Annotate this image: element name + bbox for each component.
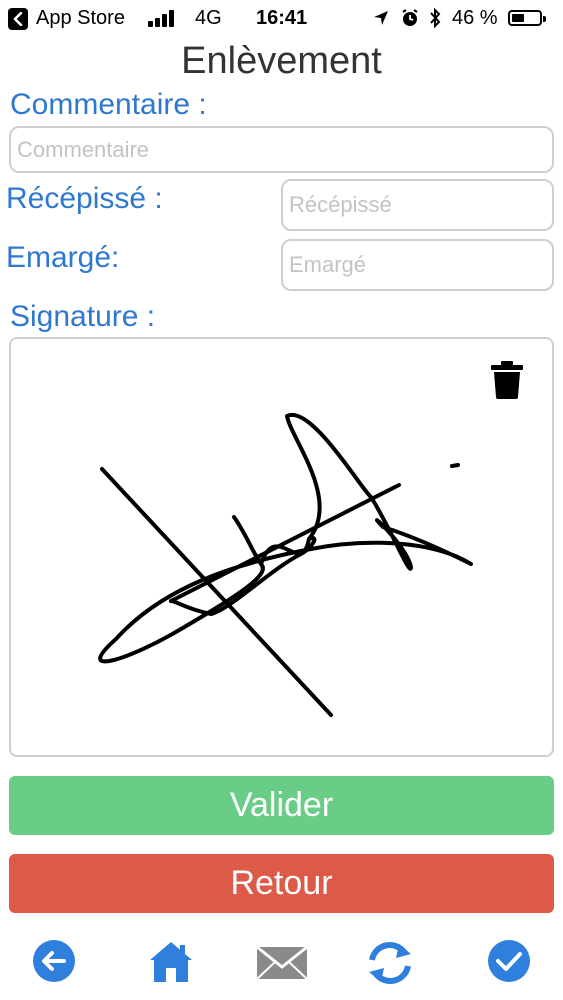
signature-drawing (98, 412, 473, 717)
bluetooth-icon (428, 7, 442, 34)
battery-icon (508, 10, 546, 26)
carrier-label[interactable]: App Store (36, 7, 125, 30)
retour-button[interactable]: Retour (9, 854, 554, 913)
commentaire-input[interactable] (9, 126, 554, 173)
valider-button[interactable]: Valider (9, 776, 554, 835)
recepisse-input[interactable] (281, 179, 554, 231)
mail-icon[interactable] (255, 938, 309, 984)
alarm-icon (400, 8, 420, 33)
signature-label: Signature : (10, 300, 156, 333)
recepisse-label: Récépissé : (6, 182, 163, 215)
battery-percent: 46 % (452, 7, 498, 29)
signature-pad[interactable] (9, 337, 554, 757)
back-arrow-icon[interactable] (31, 938, 77, 984)
emarge-label: Emargé: (6, 241, 120, 274)
status-bar: App Store 4G 16:41 46 % (0, 0, 563, 38)
network-type: 4G (195, 7, 222, 29)
commentaire-label: Commentaire : (10, 88, 207, 121)
page-title: Enlèvement (181, 40, 382, 82)
bottom-nav (0, 930, 563, 990)
clear-signature-trash-icon[interactable] (489, 361, 525, 404)
location-arrow-icon (372, 9, 390, 32)
signal-icon (148, 9, 178, 27)
refresh-icon[interactable] (363, 938, 417, 984)
home-icon[interactable] (148, 938, 194, 984)
back-to-app-icon[interactable] (8, 8, 28, 30)
clock: 16:41 (256, 7, 308, 29)
check-icon[interactable] (486, 938, 532, 984)
emarge-input[interactable] (281, 239, 554, 291)
